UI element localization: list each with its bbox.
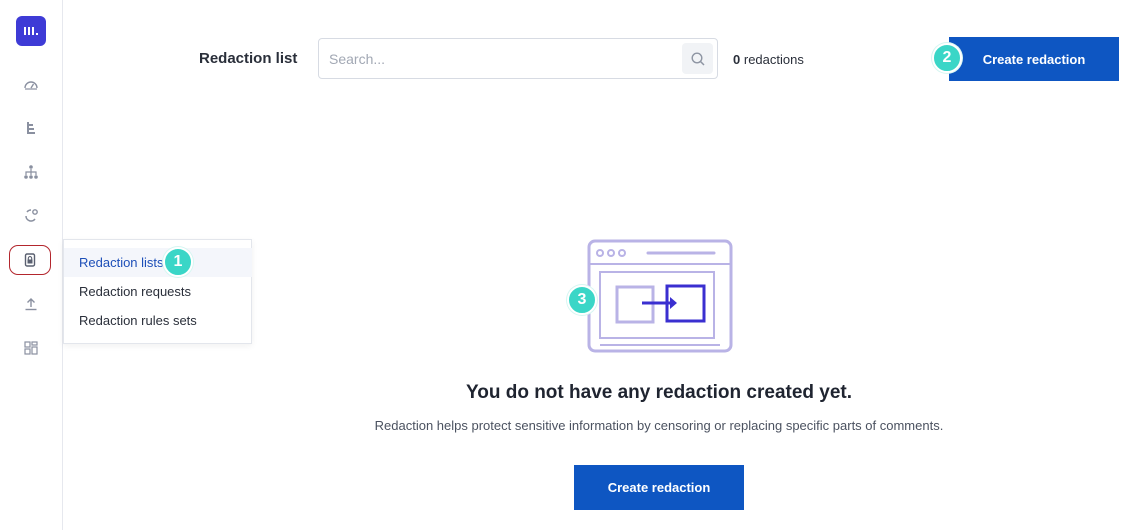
search-input[interactable] [329, 39, 669, 78]
redaction-count-number: 0 [733, 52, 741, 67]
menu-item-redaction-rules-sets[interactable]: Redaction rules sets [64, 306, 252, 335]
redaction-count-label: redactions [743, 52, 804, 67]
search-icon [690, 51, 705, 66]
dashboard-icon[interactable] [19, 73, 43, 97]
redaction-nav-button[interactable] [9, 245, 51, 275]
step-badge-2: 2 [932, 43, 962, 73]
analytics-icon[interactable] [19, 116, 43, 140]
logo-icon[interactable] [16, 16, 46, 46]
redaction-icon [24, 253, 36, 267]
search-button[interactable] [682, 43, 713, 74]
empty-state-description: Redaction helps protect sensitive inform… [374, 418, 944, 433]
page-title: Redaction list [199, 50, 298, 67]
layout-icon[interactable] [19, 336, 43, 360]
empty-state-illustration [587, 239, 733, 353]
empty-state-title: You do not have any redaction created ye… [465, 382, 853, 403]
left-rail [0, 0, 63, 530]
menu-item-redaction-lists[interactable]: Redaction lists [64, 248, 252, 277]
upload-icon[interactable] [19, 292, 43, 316]
hierarchy-icon[interactable] [19, 160, 43, 184]
step-badge-1: 1 [163, 247, 193, 277]
redaction-count: 0 redactions [733, 52, 804, 67]
step-badge-3: 3 [567, 285, 597, 315]
empty-state-create-button[interactable]: Create redaction [574, 465, 744, 510]
menu-item-redaction-requests[interactable]: Redaction requests [64, 277, 252, 306]
redaction-flyout-menu: Redaction lists Redaction requests Redac… [63, 239, 252, 344]
create-redaction-button[interactable]: Create redaction [949, 37, 1119, 81]
search-box [318, 38, 718, 79]
integrations-icon[interactable] [19, 203, 43, 227]
